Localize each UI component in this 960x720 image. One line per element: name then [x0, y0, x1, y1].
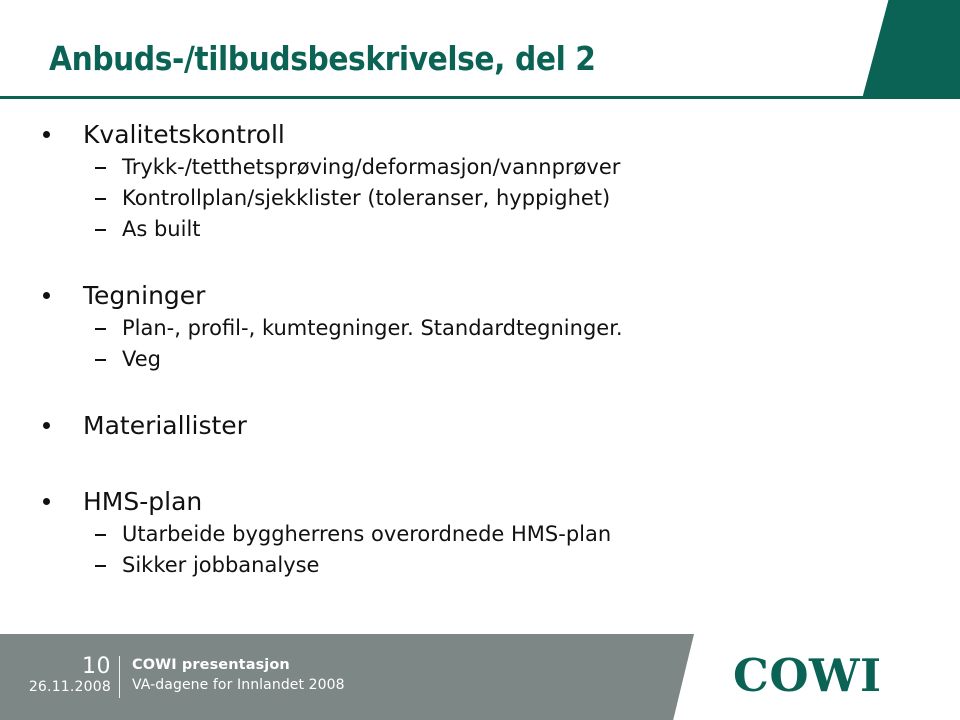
- footer-content: 10 26.11.2008 COWI presentasjon VA-dagen…: [0, 634, 694, 720]
- dash-bullet-icon: [95, 565, 106, 567]
- bullet-label: Kontrollplan/sjekklister (toleranser, hy…: [122, 186, 611, 210]
- slide-canvas: Anbuds-/tilbudsbeskrivelse, del 2 Kvalit…: [0, 0, 960, 720]
- dash-bullet-icon: [95, 328, 106, 330]
- slide-date: 26.11.2008: [28, 679, 111, 696]
- bullet-dot-icon: [43, 422, 50, 429]
- dash-bullet-icon: [95, 359, 106, 361]
- bullet-label: Kvalitetskontroll: [83, 120, 285, 149]
- bullet-label: As built: [122, 217, 201, 241]
- bullet-item-level1: HMS-plan: [0, 485, 960, 519]
- header-accent-shape: [862, 0, 960, 99]
- bullet-item-level1: Materiallister: [0, 409, 960, 443]
- bullet-dot-icon: [43, 131, 50, 138]
- bullet-dot-icon: [43, 292, 50, 299]
- bullet-label: Plan-, profil-, kumtegninger. Standardte…: [122, 316, 623, 340]
- footer-right-block: COWI presentasjon VA-dagene for Innlande…: [132, 656, 345, 694]
- bullet-label: HMS-plan: [83, 487, 203, 516]
- header-divider-rule: [0, 96, 864, 99]
- bullet-group: Tegninger Plan-, profil-, kumtegninger. …: [0, 279, 960, 375]
- bullet-item-level2: Kontrollplan/sjekklister (toleranser, hy…: [0, 183, 960, 214]
- bullet-item-level2: Trykk-/tetthetsprøving/deformasjon/vannp…: [0, 152, 960, 183]
- bullet-item-level2: As built: [0, 214, 960, 245]
- dash-bullet-icon: [95, 229, 106, 231]
- dash-bullet-icon: [95, 167, 106, 169]
- bullet-group: Kvalitetskontroll Trykk-/tetthetsprøving…: [0, 118, 960, 245]
- bullet-label: Utarbeide byggherrens overordnede HMS-pl…: [122, 522, 612, 546]
- presentation-subtitle: VA-dagene for Innlandet 2008: [132, 676, 345, 693]
- dash-bullet-icon: [95, 534, 106, 536]
- slide-page-number: 10: [82, 654, 111, 679]
- bullet-group: HMS-plan Utarbeide byggherrens overordne…: [0, 485, 960, 581]
- footer-left-block: 10 26.11.2008: [0, 654, 111, 695]
- cowi-logo: COWI: [733, 649, 882, 702]
- bullet-item-level1: Tegninger: [0, 279, 960, 313]
- bullet-label: Sikker jobbanalyse: [122, 553, 320, 577]
- bullet-label: Trykk-/tetthetsprøving/deformasjon/vannp…: [122, 155, 621, 179]
- bullet-label: Tegninger: [83, 281, 206, 310]
- bullet-item-level2: Utarbeide byggherrens overordnede HMS-pl…: [0, 519, 960, 550]
- bullet-label: Veg: [122, 347, 161, 371]
- slide-body: Kvalitetskontroll Trykk-/tetthetsprøving…: [0, 118, 960, 618]
- bullet-item-level1: Kvalitetskontroll: [0, 118, 960, 152]
- bullet-dot-icon: [43, 498, 50, 505]
- slide-title: Anbuds-/tilbudsbeskrivelse, del 2: [49, 39, 596, 78]
- bullet-item-level2: Veg: [0, 344, 960, 375]
- bullet-group: Materiallister: [0, 409, 960, 443]
- dash-bullet-icon: [95, 198, 106, 200]
- bullet-item-level2: Sikker jobbanalyse: [0, 550, 960, 581]
- footer-divider: [119, 656, 120, 698]
- bullet-item-level2: Plan-, profil-, kumtegninger. Standardte…: [0, 313, 960, 344]
- bullet-label: Materiallister: [83, 411, 247, 440]
- presentation-title: COWI presentasjon: [132, 657, 290, 673]
